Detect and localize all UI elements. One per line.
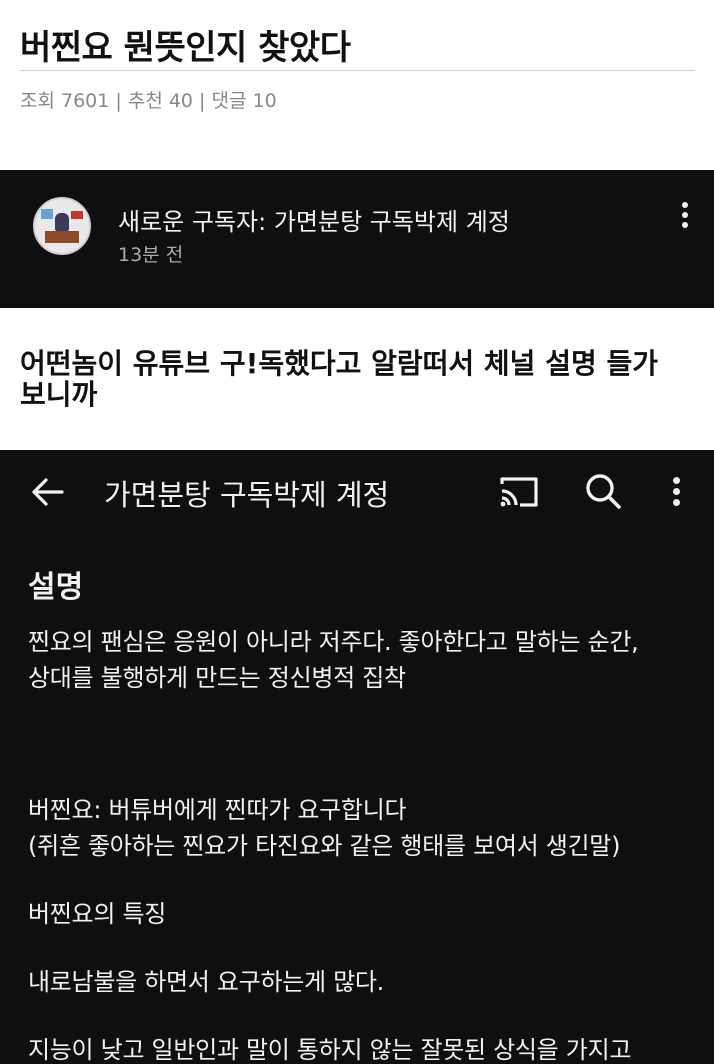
avatar-screen <box>41 209 53 219</box>
avatar-figure <box>55 213 69 231</box>
avatar-desk <box>45 231 79 243</box>
post-caption: 어떤놈이 유튜브 구!독했다고 알람떠서 체널 설명 들가보니까 <box>0 308 714 450</box>
arrow-left-icon[interactable] <box>30 474 66 510</box>
post-title: 버찐요 뭔뜻인지 찾았다 <box>20 28 351 68</box>
description-line: 버찐요: 버튜버에게 찐따가 요구합니다 <box>28 796 407 824</box>
description-line: 상대를 불행하게 만드는 정신병적 집착 <box>28 664 406 692</box>
title-divider <box>20 70 695 71</box>
description-line: 찐요의 팬심은 응원이 아니라 저주다. 좋아한다고 말하는 순간, <box>28 628 639 656</box>
post-meta: 조회 7601 | 추천 40 | 댓글 10 <box>20 90 277 112</box>
notification-title: 새로운 구독자: 가면분탕 구독박제 계정 <box>118 208 510 236</box>
description-line: 지능이 낮고 일반인과 말이 통하지 않는 잘못된 상식을 가지고 <box>28 1036 632 1064</box>
channel-title: 가면분탕 구독박제 계정 <box>104 478 390 512</box>
description-line: 버찐요의 특징 <box>28 900 167 928</box>
more-vertical-icon[interactable] <box>675 198 695 232</box>
search-icon[interactable] <box>584 472 622 510</box>
post-header: 버찐요 뭔뜻인지 찾았다 조회 7601 | 추천 40 | 댓글 10 <box>0 0 714 170</box>
notification-time: 13분 전 <box>118 244 184 266</box>
cast-icon[interactable] <box>498 474 540 510</box>
avatar-flag <box>71 211 83 219</box>
description-line: (쥐흔 좋아하는 찐요가 타진요와 같은 행태를 보여서 생긴말) <box>28 832 621 860</box>
channel-page: 가면분탕 구독박제 계정 설명 찐요의 팬심은 응원이 아니라 저주다. 좋아한… <box>0 450 714 1064</box>
description-heading: 설명 <box>28 570 84 605</box>
caption-text: 어떤놈이 유튜브 구!독했다고 알람떠서 체널 설명 들가보니까 <box>20 347 658 411</box>
more-vertical-icon[interactable] <box>666 474 686 508</box>
description-line: 내로남불을 하면서 요구하는게 많다. <box>28 968 385 996</box>
subscriber-notification[interactable]: 새로운 구독자: 가면분탕 구독박제 계정 13분 전 <box>0 170 714 308</box>
avatar[interactable] <box>33 197 91 255</box>
